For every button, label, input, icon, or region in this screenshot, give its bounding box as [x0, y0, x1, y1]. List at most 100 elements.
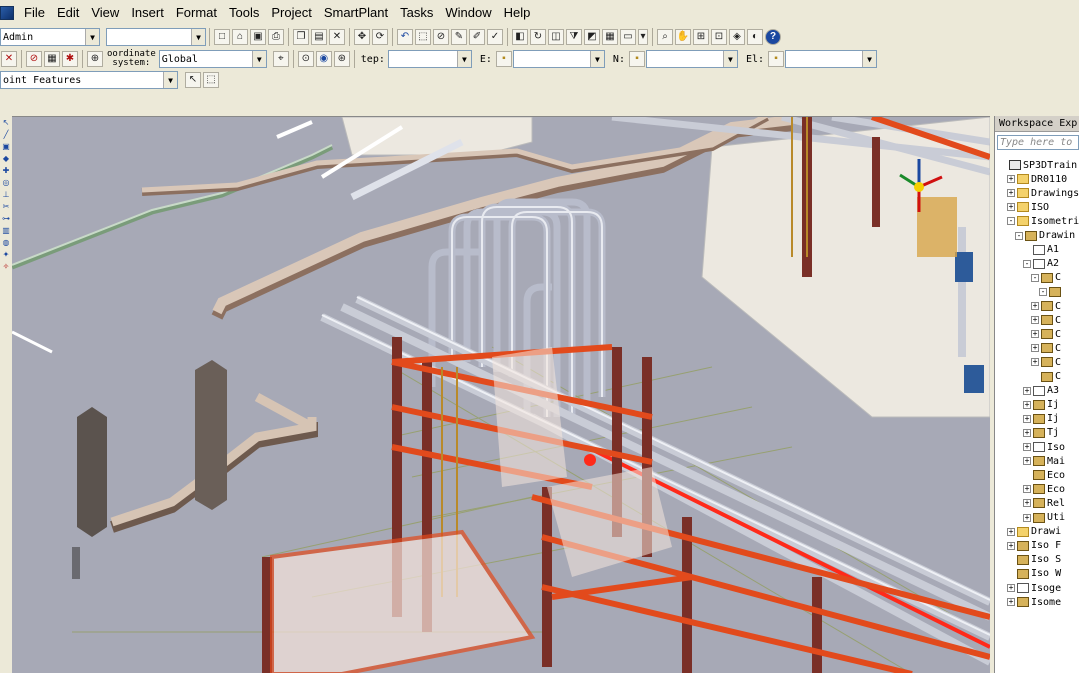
- chevron-down-icon[interactable]: ▼: [862, 51, 877, 67]
- tree-item[interactable]: A1: [1023, 243, 1059, 257]
- select-arrow-icon[interactable]: ↖: [1, 118, 11, 128]
- copy-icon[interactable]: ❐: [293, 29, 309, 45]
- graphic-view[interactable]: [12, 116, 990, 673]
- place-support-icon[interactable]: ⊥: [1, 190, 11, 200]
- column-middle[interactable]: [195, 360, 227, 510]
- collapse-icon[interactable]: -: [1007, 217, 1015, 226]
- zoom-icon[interactable]: ⌕: [657, 29, 673, 45]
- tree-item[interactable]: + Uti: [1023, 511, 1065, 525]
- equipment-box-blue-2[interactable]: [955, 252, 973, 282]
- tree-item[interactable]: + C: [1031, 341, 1061, 355]
- menu-insert[interactable]: Insert: [125, 0, 170, 26]
- route-pipe-icon[interactable]: ╱: [1, 130, 11, 140]
- layout-icon[interactable]: ▦: [602, 29, 618, 45]
- tree-item[interactable]: - Drawin: [1015, 229, 1075, 243]
- drain-pipe[interactable]: [72, 547, 80, 579]
- expand-icon[interactable]: +: [1023, 428, 1031, 437]
- render-icon[interactable]: ◐: [747, 29, 763, 45]
- expand-icon[interactable]: +: [1023, 499, 1031, 508]
- menu-file[interactable]: File: [18, 0, 51, 26]
- active-filter-select[interactable]: ▼: [106, 28, 206, 46]
- tree-item[interactable]: - Isometric: [1007, 214, 1079, 228]
- relative-icon[interactable]: ⊛: [333, 51, 350, 67]
- expand-icon[interactable]: +: [1023, 414, 1031, 423]
- window-icon[interactable]: ▭: [620, 29, 636, 45]
- cancel-icon[interactable]: ✕: [1, 51, 17, 67]
- coordinate-icon[interactable]: ⊕: [87, 51, 103, 67]
- stair-tower[interactable]: [917, 197, 957, 257]
- column-left[interactable]: [77, 407, 107, 537]
- reference-icon[interactable]: ⊙: [297, 51, 314, 67]
- dropdown-chevron-icon[interactable]: ▾: [638, 29, 648, 45]
- tree-item[interactable]: Iso S: [1007, 553, 1061, 567]
- expand-icon[interactable]: +: [1031, 344, 1039, 353]
- e-coordinate-field[interactable]: ▼: [512, 50, 605, 68]
- tree-item[interactable]: -: [1039, 285, 1063, 299]
- tree-item[interactable]: + C: [1031, 313, 1061, 327]
- menu-project[interactable]: Project: [265, 0, 317, 26]
- select-icon[interactable]: ⬚: [415, 29, 431, 45]
- properties-icon[interactable]: ✎: [451, 29, 467, 45]
- pipe-stub-4[interactable]: [12, 330, 53, 354]
- menu-tasks[interactable]: Tasks: [394, 0, 439, 26]
- move-icon[interactable]: ✥: [354, 29, 370, 45]
- explorer-search-input[interactable]: Type here to: [997, 135, 1079, 150]
- insert-split-icon[interactable]: ✂: [1, 202, 11, 212]
- expand-icon[interactable]: +: [1023, 443, 1031, 451]
- tree-item[interactable]: + ISO: [1007, 200, 1049, 214]
- menu-help[interactable]: Help: [498, 0, 537, 26]
- transparent-vessel[interactable]: [270, 529, 536, 673]
- pipe-green[interactable]: [12, 144, 334, 270]
- print-icon[interactable]: ⎙: [268, 29, 284, 45]
- view-icon[interactable]: ◫: [548, 29, 564, 45]
- tree-item[interactable]: + Iso: [1023, 440, 1065, 454]
- common-views-icon[interactable]: ◈: [729, 29, 745, 45]
- collapse-icon[interactable]: -: [1023, 259, 1031, 268]
- step-select[interactable]: ▼: [387, 50, 472, 68]
- insert-component-icon[interactable]: ▣: [1, 142, 11, 152]
- tree-item[interactable]: + Iso F: [1007, 539, 1061, 553]
- tree-item[interactable]: + Drawings: [1007, 186, 1079, 200]
- expand-icon[interactable]: +: [1007, 541, 1015, 550]
- new-icon[interactable]: □: [214, 29, 230, 45]
- menu-format[interactable]: Format: [170, 0, 223, 26]
- collapse-icon[interactable]: -: [1015, 231, 1023, 240]
- expand-icon[interactable]: +: [1007, 527, 1015, 536]
- expand-icon[interactable]: +: [1023, 386, 1031, 395]
- filter-icon[interactable]: ⧩: [566, 29, 582, 45]
- tree-item[interactable]: + Ij: [1023, 398, 1059, 412]
- tree-item[interactable]: Iso W: [1007, 567, 1061, 581]
- expand-icon[interactable]: +: [1007, 175, 1015, 184]
- tree-item[interactable]: + C: [1031, 299, 1061, 313]
- coordinate-system-select[interactable]: Global ▼: [158, 50, 267, 68]
- expand-icon[interactable]: +: [1007, 598, 1015, 607]
- save-icon[interactable]: ▣: [250, 29, 266, 45]
- insert-feature-icon[interactable]: ◆: [1, 154, 11, 164]
- pan-icon[interactable]: ✋: [675, 29, 691, 45]
- spool-icon[interactable]: ◍: [1, 238, 11, 248]
- tree-item[interactable]: + Isoge: [1007, 581, 1061, 595]
- tree-item[interactable]: -C: [1031, 271, 1061, 285]
- grid-icon[interactable]: ▦: [44, 51, 60, 67]
- select-filter-icon[interactable]: ↖: [185, 72, 201, 88]
- tree-item[interactable]: + A3: [1023, 384, 1059, 398]
- connect-icon[interactable]: ⊶: [1, 214, 11, 224]
- selected-pipe-end[interactable]: [584, 454, 596, 466]
- menu-tools[interactable]: Tools: [223, 0, 265, 26]
- permission-group-select[interactable]: Admin ▼: [0, 28, 100, 46]
- pinpoint-icon[interactable]: ⌖: [272, 51, 289, 67]
- no-entry-icon[interactable]: ⊘: [26, 51, 42, 67]
- tree-item[interactable]: Eco: [1023, 468, 1065, 482]
- pin-icon[interactable]: ✓: [487, 29, 503, 45]
- lock-icon[interactable]: ▪: [768, 51, 785, 67]
- chevron-down-icon[interactable]: ▼: [456, 51, 471, 67]
- undo-icon[interactable]: ↶: [397, 29, 413, 45]
- expand-icon[interactable]: +: [1007, 203, 1015, 212]
- equipment-box-blue[interactable]: [964, 365, 984, 393]
- tree-item[interactable]: SP3DTrain: [999, 158, 1077, 172]
- delete-icon[interactable]: ✕: [329, 29, 345, 45]
- tree-item[interactable]: + Mai: [1023, 454, 1065, 468]
- fit-icon[interactable]: ⊡: [711, 29, 727, 45]
- tag-icon[interactable]: ✧: [1, 262, 11, 272]
- snap-icon[interactable]: ✱: [62, 51, 78, 67]
